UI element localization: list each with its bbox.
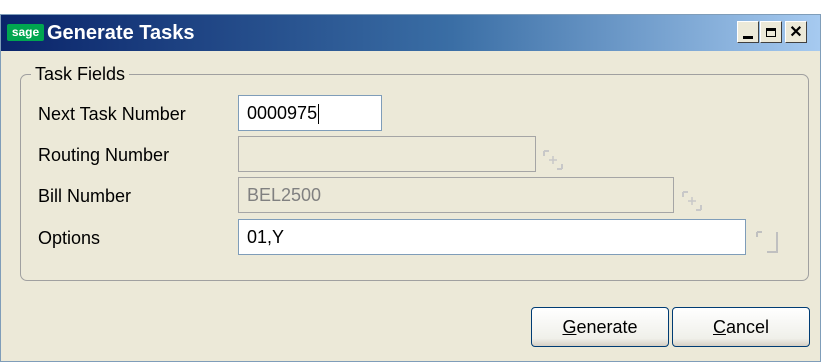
generate-label: enerate: [576, 317, 638, 337]
minimize-icon: [743, 35, 753, 39]
routing-number-input[interactable]: [238, 136, 536, 172]
text-caret: [318, 104, 320, 125]
routing-lookup-icon[interactable]: [542, 149, 564, 171]
sage-logo: sage: [7, 24, 44, 41]
next-task-number-input[interactable]: 0000975: [238, 95, 382, 131]
bill-number-value: BEL2500: [247, 185, 322, 205]
cancel-accel: C: [712, 317, 726, 337]
cancel-label: ancel: [725, 317, 770, 337]
next-task-number-label: Next Task Number: [38, 104, 186, 124]
bill-number-label: Bill Number: [38, 186, 132, 206]
window-title: Generate Tasks: [47, 22, 195, 44]
maximize-icon: [766, 27, 776, 37]
routing-number-label: Routing Number: [38, 145, 170, 165]
generate-tasks-dialog: sage Generate Tasks ✕ Task Fields Next T…: [0, 14, 821, 362]
next-task-number-value: 0000975: [247, 103, 318, 123]
cancel-button[interactable]: Cancel: [672, 307, 810, 347]
close-icon: ✕: [789, 24, 803, 41]
options-label: Options: [38, 228, 101, 248]
options-input[interactable]: 01,Y: [238, 219, 746, 255]
minimize-button[interactable]: [737, 21, 759, 43]
title-bar[interactable]: sage Generate Tasks ✕: [1, 15, 820, 51]
close-button[interactable]: ✕: [785, 21, 807, 43]
maximize-button[interactable]: [760, 21, 782, 43]
bill-lookup-icon[interactable]: [681, 190, 703, 212]
options-value: 01,Y: [247, 227, 285, 247]
task-fields-legend: Task Fields: [35, 64, 126, 84]
generate-accel: G: [562, 317, 577, 337]
options-lookup-icon[interactable]: [754, 229, 780, 255]
bill-number-input[interactable]: BEL2500: [238, 177, 674, 213]
generate-button[interactable]: Generate: [531, 307, 669, 347]
